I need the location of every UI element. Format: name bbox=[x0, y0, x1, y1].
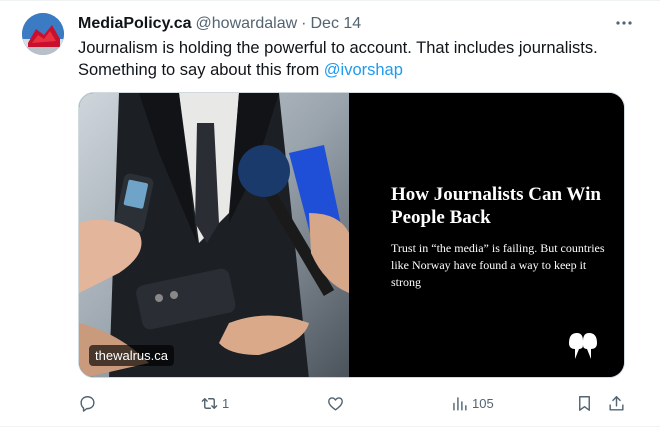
link-card[interactable]: thewalrus.ca How Journalists Can Win Peo… bbox=[78, 92, 625, 378]
reply-icon bbox=[80, 395, 95, 412]
views-icon bbox=[453, 396, 467, 411]
card-domain-badge: thewalrus.ca bbox=[89, 345, 174, 366]
action-bar: 1 105 bbox=[78, 391, 630, 415]
author-handle[interactable]: @howardalaw bbox=[196, 15, 298, 33]
card-image bbox=[79, 93, 349, 377]
views-button[interactable]: 105 bbox=[450, 391, 494, 415]
card-description: Trust in “the media” is failing. But cou… bbox=[391, 241, 605, 289]
share-button[interactable] bbox=[607, 391, 626, 415]
repost-icon bbox=[201, 397, 218, 409]
bookmark-button[interactable] bbox=[575, 391, 594, 415]
bookmark-icon bbox=[579, 395, 590, 411]
walrus-logo-icon bbox=[567, 331, 599, 361]
views-count: 105 bbox=[472, 395, 494, 411]
mention-link[interactable]: @ivorshap bbox=[324, 61, 403, 79]
avatar[interactable] bbox=[22, 13, 64, 55]
like-icon bbox=[328, 396, 343, 411]
more-icon[interactable] bbox=[614, 13, 634, 33]
tweet-text: Journalism is holding the powerful to ac… bbox=[78, 37, 638, 81]
repost-count: 1 bbox=[222, 395, 230, 411]
author-name[interactable]: MediaPolicy.ca bbox=[78, 15, 192, 33]
header-separator: · bbox=[301, 15, 307, 32]
tweet-date[interactable]: Dec 14 bbox=[310, 15, 361, 33]
reply-button[interactable] bbox=[78, 391, 97, 415]
like-button[interactable] bbox=[326, 391, 345, 415]
share-icon bbox=[609, 395, 624, 411]
tweet[interactable]: MediaPolicy.ca @howardalaw · Dec 14 Jour… bbox=[0, 0, 660, 427]
card-title: How Journalists Can Win People Back bbox=[391, 184, 601, 228]
card-panel: How Journalists Can Win People Back Trus… bbox=[349, 93, 624, 377]
avatar-image bbox=[22, 13, 64, 55]
tweet-header: MediaPolicy.ca @howardalaw · Dec 14 bbox=[78, 13, 640, 35]
repost-button[interactable]: 1 bbox=[200, 391, 229, 415]
